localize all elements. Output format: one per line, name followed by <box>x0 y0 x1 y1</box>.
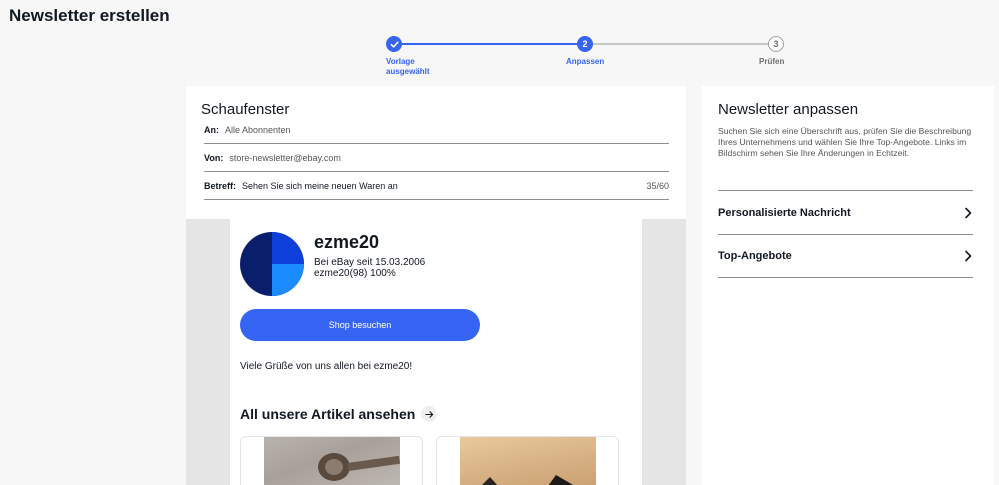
subject-label: Betreff: <box>204 180 237 191</box>
step-3-indicator: 3 <box>768 36 784 52</box>
recipient-value: Alle Abonnenten <box>225 124 291 135</box>
customize-sidebar: Newsletter anpassen Suchen Sie sich eine… <box>702 86 994 485</box>
step-1-label: Vorlage ausgewählt <box>386 57 430 76</box>
step-1-check-icon <box>386 36 402 52</box>
subject-input[interactable]: Sehen Sie sich meine neuen Waren an <box>242 181 398 191</box>
item-card[interactable] <box>240 436 423 485</box>
chevron-right-icon <box>963 250 973 262</box>
item-image <box>264 437 401 485</box>
all-items-label: All unsere Artikel ansehen <box>240 406 416 422</box>
personalized-message-row[interactable]: Personalisierte Nachricht <box>718 190 973 234</box>
shop-name: ezme20 <box>314 232 380 252</box>
top-offers-row[interactable]: Top-Angebote <box>718 234 973 278</box>
item-card[interactable] <box>436 436 619 485</box>
sidebar-title: Newsletter anpassen <box>718 101 859 118</box>
newsletter-preview-card: ezme20 Bei eBay seit 15.03.2006 ezme20(9… <box>230 219 642 485</box>
step-2-label: Anpassen <box>566 57 605 66</box>
member-since: Bei eBay seit 15.03.2006 <box>314 257 426 268</box>
step-3-label: Prüfen <box>759 57 785 66</box>
sidebar-description: Suchen Sie sich eine Überschrift aus, pr… <box>718 126 972 158</box>
sender-label: Von: <box>204 152 224 163</box>
subject-char-count: 35/60 <box>646 180 669 191</box>
progress-stepper: 2 3 Vorlage ausgewählt Anpassen Prüfen <box>386 36 786 80</box>
page-title: Newsletter erstellen <box>9 6 170 25</box>
subject-field[interactable]: Betreff: Sehen Sie sich meine neuen Ware… <box>204 172 669 200</box>
sender-value: store-newsletter@ebay.com <box>229 152 341 163</box>
arrow-right-icon[interactable] <box>421 406 438 422</box>
shop-logo <box>240 232 304 296</box>
sender-field: Von: store-newsletter@ebay.com <box>204 144 669 172</box>
visit-shop-button[interactable]: Shop besuchen <box>240 309 480 341</box>
newsletter-editor-panel: Schaufenster An: Alle Abonnenten Von: st… <box>186 86 686 485</box>
recipient-label: An: <box>204 124 219 135</box>
stepper-line-pending <box>593 43 770 45</box>
greeting-text: Viele Grüße von uns allen bei ezme20! <box>240 361 413 372</box>
stepper-line-complete <box>402 43 579 45</box>
newsletter-preview-area: ezme20 Bei eBay seit 15.03.2006 ezme20(9… <box>186 219 686 485</box>
top-offers-label: Top-Angebote <box>718 250 792 262</box>
step-2-indicator: 2 <box>577 36 593 52</box>
recipient-field: An: Alle Abonnenten <box>204 116 669 144</box>
personalized-message-label: Personalisierte Nachricht <box>718 206 851 219</box>
chevron-right-icon <box>963 207 973 219</box>
feedback-score: ezme20(98) 100% <box>314 268 396 279</box>
item-image <box>460 437 596 485</box>
all-items-link[interactable]: All unsere Artikel ansehen <box>240 406 438 422</box>
feedback-user[interactable]: ezme20(98) <box>314 268 367 279</box>
feedback-percent: 100% <box>370 268 396 279</box>
